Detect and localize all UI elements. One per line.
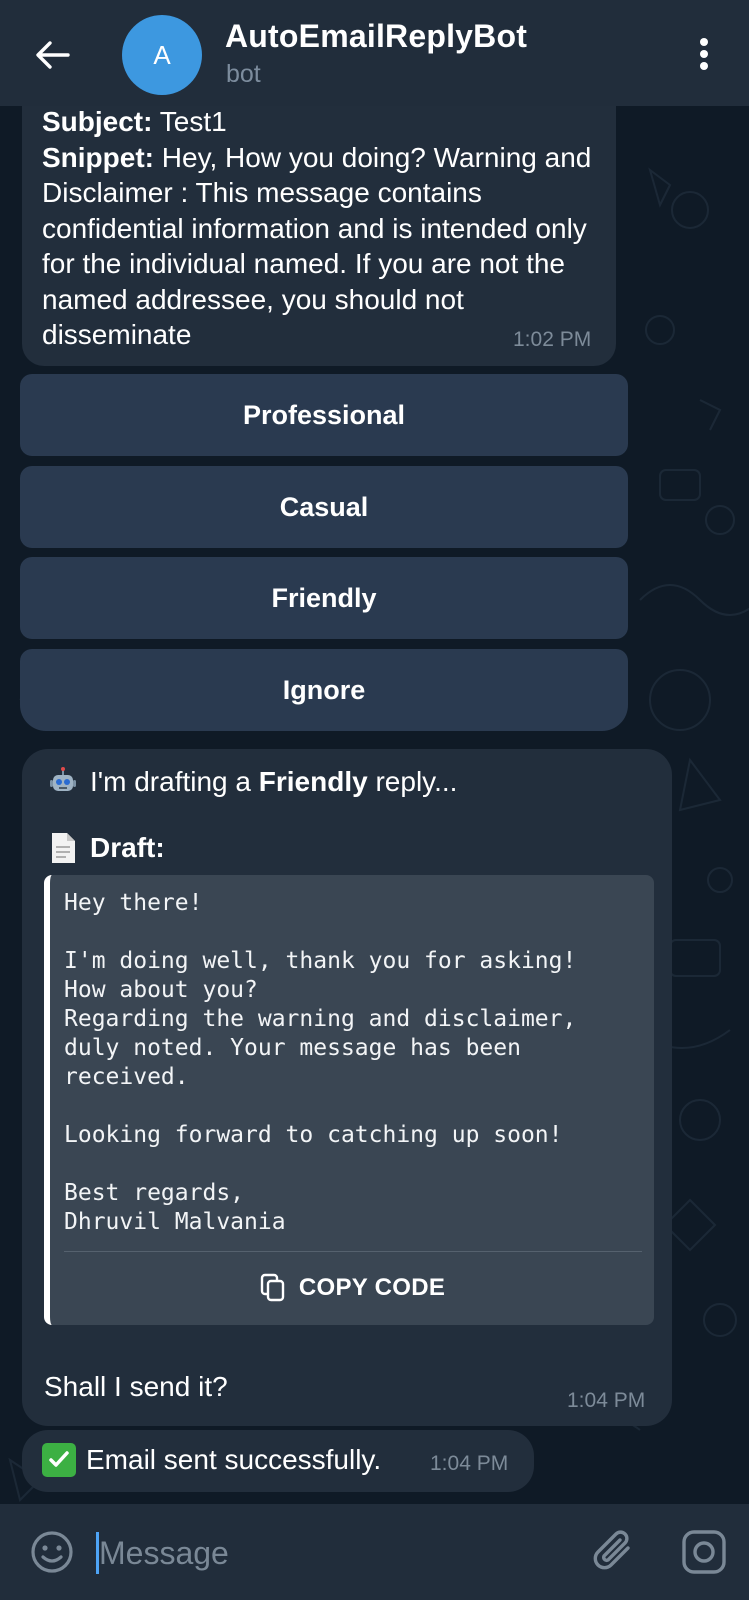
draft-label: Draft: xyxy=(90,832,165,863)
chat-title[interactable]: AutoEmailReplyBot xyxy=(225,18,527,55)
drafting-tone: Friendly xyxy=(258,766,368,797)
draft-code-block: Hey there! I'm doing well, thank you for… xyxy=(44,875,654,1325)
draft-label-line: Draft: xyxy=(46,831,165,865)
sent-confirmation-line: Email sent successfully. xyxy=(42,1443,381,1477)
more-vertical-icon[interactable] xyxy=(684,32,724,76)
chat-header: A AutoEmailReplyBot bot xyxy=(0,0,749,106)
arrow-left-icon xyxy=(36,41,70,69)
reply-option-friendly-button[interactable]: Friendly xyxy=(20,557,628,639)
smiley-icon xyxy=(31,1531,73,1573)
code-divider xyxy=(64,1251,642,1252)
reply-option-ignore-button[interactable]: Ignore xyxy=(20,649,628,731)
document-emoji-icon xyxy=(46,831,80,865)
email-summary-text: Subject: Test1 Snippet: Hey, How you doi… xyxy=(42,104,602,353)
email-summary-message: Subject: Test1 Snippet: Hey, How you doi… xyxy=(22,80,616,366)
drafting-prefix: I'm drafting a xyxy=(90,766,251,797)
avatar[interactable]: A xyxy=(122,15,202,95)
paperclip-icon xyxy=(593,1530,630,1570)
draft-message: I'm drafting a Friendly reply... Draft: … xyxy=(22,749,672,1426)
sent-confirmation-text: Email sent successfully. xyxy=(86,1444,382,1475)
drafting-suffix: reply... xyxy=(375,766,458,797)
send-confirmation-question: Shall I send it? xyxy=(44,1371,228,1402)
copy-icon xyxy=(259,1273,287,1303)
robot-emoji-icon xyxy=(46,765,80,799)
message-time: 1:04 PM xyxy=(567,1389,646,1412)
camera-button[interactable] xyxy=(680,1528,728,1576)
camera-icon xyxy=(682,1530,726,1574)
message-input-bar xyxy=(0,1504,749,1600)
chat-screen: Subject: Test1 Snippet: Hey, How you doi… xyxy=(0,0,749,1600)
subject-label: Subject: xyxy=(42,106,153,137)
snippet-label: Snippet: xyxy=(42,141,154,173)
chat-subtitle: bot xyxy=(226,60,261,88)
reply-option-professional-button[interactable]: Professional xyxy=(20,374,628,456)
check-mark-emoji-icon xyxy=(42,1443,76,1477)
message-time: 1:02 PM xyxy=(513,328,592,351)
drafting-status-line: I'm drafting a Friendly reply... xyxy=(46,765,457,799)
copy-code-button[interactable]: COPY CODE xyxy=(50,1255,654,1321)
emoji-button[interactable] xyxy=(28,1528,76,1576)
back-button[interactable] xyxy=(28,30,78,80)
subject-value: Test1 xyxy=(159,106,227,137)
attach-button[interactable] xyxy=(590,1526,640,1578)
sent-confirmation-message: Email sent successfully. 1:04 PM xyxy=(22,1430,534,1492)
reply-option-casual-button[interactable]: Casual xyxy=(20,466,628,548)
message-input[interactable] xyxy=(99,1528,559,1578)
copy-code-label: COPY CODE xyxy=(298,1274,446,1301)
draft-body: Hey there! I'm doing well, thank you for… xyxy=(64,890,577,1235)
message-time: 1:04 PM xyxy=(430,1452,509,1475)
